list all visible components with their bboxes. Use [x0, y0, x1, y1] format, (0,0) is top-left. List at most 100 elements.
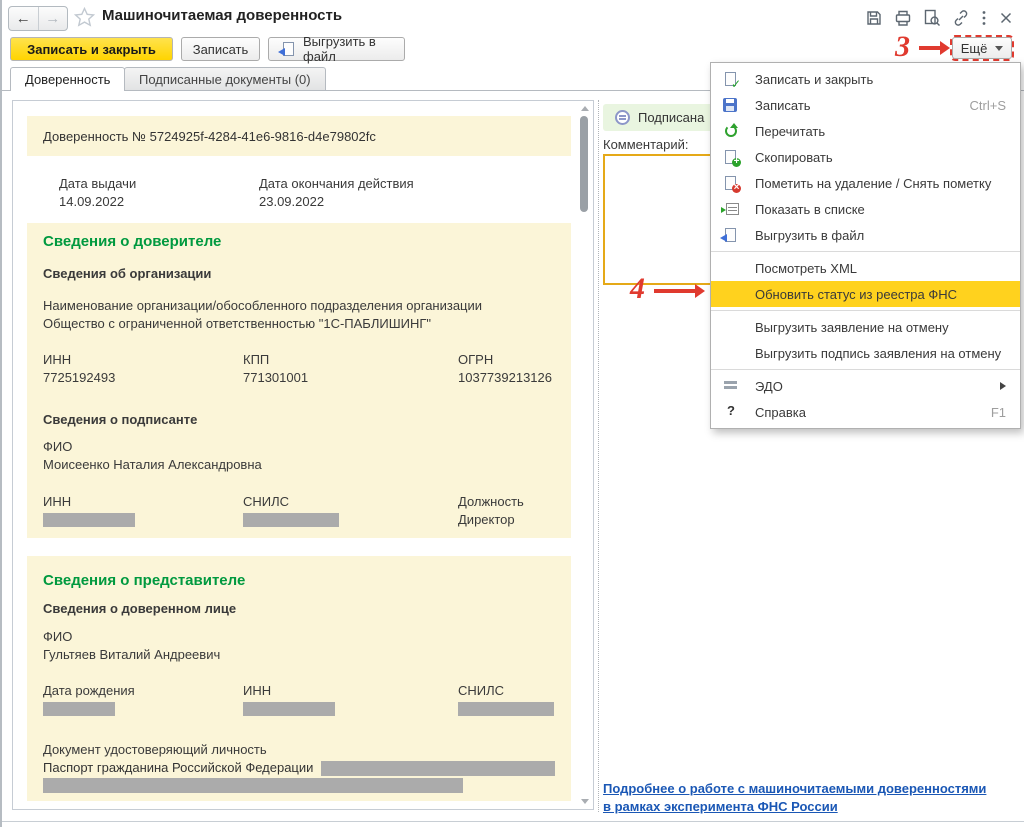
position-label: Должность	[458, 494, 524, 509]
position-value: Директор	[458, 512, 515, 527]
save-icon[interactable]	[865, 9, 883, 27]
menu-item-3[interactable]: Скопировать	[711, 144, 1020, 170]
rep-inn-redacted	[243, 702, 335, 716]
menu-item-label: Обновить статус из реестра ФНС	[755, 286, 958, 302]
save-and-close-button[interactable]: Записать и закрыть	[10, 37, 173, 61]
poa-document-panel: Доверенность № 5724925f-4284-41e6-9816-d…	[12, 100, 594, 810]
more-button[interactable]: Ещё	[950, 35, 1014, 61]
page-title: Машиночитаемая доверенность	[102, 7, 343, 24]
menu-shortcut: Ctrl+S	[969, 97, 1006, 113]
back-arrow-icon: ←	[15, 10, 31, 27]
rep-inn-label: ИНН	[243, 683, 272, 698]
panel-separator	[598, 100, 599, 812]
inn-label: ИНН	[43, 352, 72, 367]
close-icon[interactable]	[998, 10, 1014, 26]
forward-arrow-icon: →	[45, 10, 61, 27]
poa-number: Доверенность № 5724925f-4284-41e6-9816-d…	[43, 128, 376, 144]
issue-date-label: Дата выдачи	[59, 176, 137, 191]
representative-section: Сведения о представителе Сведения о дове…	[27, 556, 571, 801]
rep-fio-value: Гультяев Виталий Андреевич	[43, 647, 221, 662]
menu-item-5[interactable]: Показать в списке	[711, 196, 1020, 222]
document-scrollbar[interactable]	[578, 104, 590, 806]
menu-item-0[interactable]: Записать и закрыть	[711, 66, 1020, 92]
more-dots-icon[interactable]	[981, 9, 987, 27]
save-button[interactable]: Записать	[181, 37, 260, 61]
annotation-arrow-3	[919, 41, 950, 55]
signer-snils-label: СНИЛС	[243, 494, 290, 509]
scroll-down-icon[interactable]	[581, 799, 589, 804]
menu-item-2[interactable]: Перечитать	[711, 118, 1020, 144]
refresh-icon	[723, 123, 739, 139]
nav-button-group: ← →	[8, 6, 68, 31]
favorite-star-icon[interactable]	[73, 6, 96, 30]
signed-stamp-icon	[615, 110, 630, 125]
issue-date-value: 14.09.2022	[59, 194, 125, 209]
menu-shortcut: F1	[990, 404, 1006, 420]
menu-separator	[711, 369, 1020, 370]
export-file-icon	[720, 227, 739, 243]
menu-item-6[interactable]: Выгрузить в файл	[711, 222, 1020, 248]
menu-separator	[711, 251, 1020, 252]
annotation-arrow-4	[654, 284, 705, 298]
menu-item-label: Перечитать	[755, 123, 826, 139]
rep-snils-redacted	[458, 702, 554, 716]
org-name-label: Наименование организации/обособленного п…	[43, 298, 483, 313]
fns-info-link[interactable]: Подробнее о работе с машиночитаемыми дов…	[603, 780, 1024, 816]
forward-button[interactable]: →	[39, 7, 68, 30]
comment-label: Комментарий:	[603, 137, 689, 152]
tab-signed-documents[interactable]: Подписанные документы (0)	[124, 67, 326, 90]
poa-number-band: Доверенность № 5724925f-4284-41e6-9816-d…	[27, 116, 571, 156]
signer-heading: Сведения о подписанте	[43, 412, 198, 427]
link-icon[interactable]	[952, 9, 970, 27]
menu-item-14[interactable]: ЭДО	[711, 373, 1020, 399]
expiry-date-label: Дата окончания действия	[259, 176, 414, 191]
save-icon	[723, 98, 737, 112]
back-button[interactable]: ←	[9, 7, 39, 30]
status-text: Подписана	[638, 110, 705, 125]
scrollbar-thumb[interactable]	[580, 116, 588, 212]
menu-item-12[interactable]: Выгрузить подпись заявления на отмену	[711, 340, 1020, 366]
menu-item-label: Показать в списке	[755, 201, 865, 217]
ogrn-value: 1037739213126	[458, 370, 552, 385]
menu-item-label: Выгрузить подпись заявления на отмену	[755, 345, 1002, 361]
export-to-file-button[interactable]: Выгрузить в файл	[268, 34, 405, 64]
principal-heading: Сведения о доверителе	[43, 233, 222, 250]
menu-item-9[interactable]: Обновить статус из реестра ФНС	[711, 281, 1020, 307]
signer-inn-redacted	[43, 513, 135, 527]
menu-item-4[interactable]: Пометить на удаление / Снять пометку	[711, 170, 1020, 196]
kpp-value: 771301001	[243, 370, 309, 385]
rep-snils-label: СНИЛС	[458, 683, 505, 698]
tab-doverennost[interactable]: Доверенность	[10, 67, 126, 91]
menu-item-label: ЭДО	[755, 378, 783, 394]
menu-item-11[interactable]: Выгрузить заявление на отмену	[711, 314, 1020, 340]
preview-icon[interactable]	[923, 9, 941, 27]
edo-icon	[723, 378, 739, 394]
representative-heading: Сведения о представителе	[43, 572, 246, 589]
save-close-icon	[723, 71, 741, 91]
menu-item-label: Скопировать	[755, 149, 833, 165]
kpp-label: КПП	[243, 352, 270, 367]
menu-item-label: Выгрузить в файл	[755, 227, 865, 243]
scroll-up-icon[interactable]	[581, 106, 589, 111]
menu-item-8[interactable]: Посмотреть XML	[711, 255, 1020, 281]
menu-item-15[interactable]: Справка F1	[711, 399, 1020, 425]
export-file-icon	[278, 41, 297, 57]
id-doc-value: Паспорт гражданина Российской Федерации	[43, 760, 314, 775]
print-icon[interactable]	[894, 9, 912, 27]
signer-snils-redacted	[243, 513, 339, 527]
menu-item-label: Посмотреть XML	[755, 260, 858, 276]
birth-date-redacted	[43, 702, 115, 716]
org-heading: Сведения об организации	[43, 266, 212, 281]
menu-item-label: Записать и закрыть	[755, 71, 874, 87]
delete-mark-icon	[723, 175, 741, 193]
chevron-down-icon	[995, 45, 1004, 51]
copy-icon	[723, 149, 741, 167]
org-name-value: Общество с ограниченной ответственностью…	[43, 316, 432, 331]
signer-fio-label: ФИО	[43, 439, 73, 454]
poa-dates: Дата выдачи Дата окончания действия 14.0…	[27, 175, 571, 211]
annotation-step-3: 3	[895, 30, 910, 63]
menu-item-1[interactable]: Записать Ctrl+S	[711, 92, 1020, 118]
expiry-date-value: 23.09.2022	[259, 194, 325, 209]
id-doc-redacted-2	[43, 778, 463, 793]
form-bottom-divider	[2, 821, 1024, 822]
